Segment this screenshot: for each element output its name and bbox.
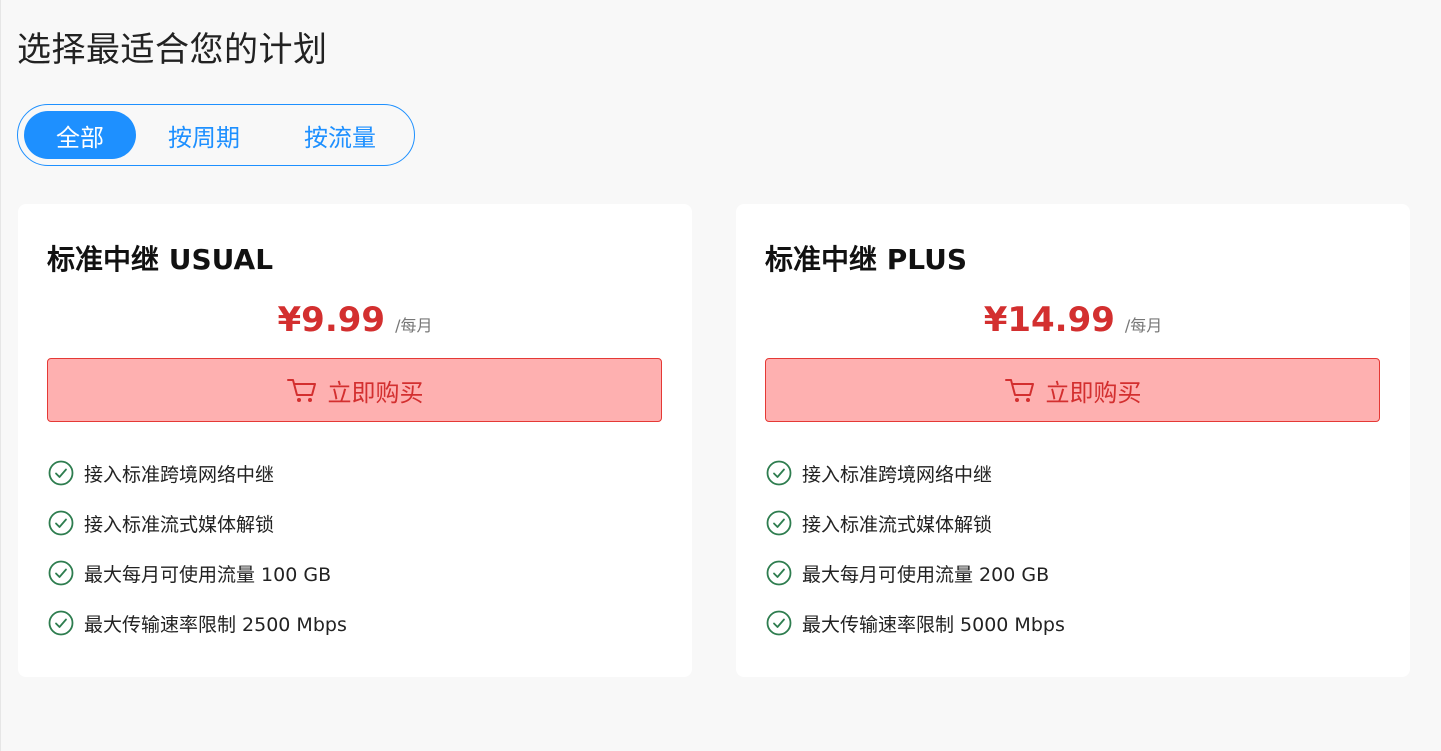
plan-period: /每月 bbox=[395, 316, 433, 335]
feature-text: 最大传输速率限制 2500 Mbps bbox=[84, 613, 347, 636]
feature-text: 接入标准流式媒体解锁 bbox=[84, 513, 275, 536]
buy-now-button[interactable]: 立即购买 bbox=[765, 358, 1380, 422]
tab-by-period[interactable]: 按周期 bbox=[136, 111, 272, 159]
feature-text: 最大每月可使用流量 200 GB bbox=[802, 563, 1050, 586]
plan-period: /每月 bbox=[1124, 316, 1163, 335]
tab-all[interactable]: 全部 bbox=[24, 111, 136, 159]
tab-by-traffic[interactable]: 按流量 bbox=[272, 111, 408, 159]
check-circle-icon bbox=[48, 460, 74, 486]
feature-text: 接入标准跨境网络中继 bbox=[84, 463, 275, 486]
buy-now-label: 立即购买 bbox=[327, 378, 424, 407]
page-title: 选择最适合您的计划 bbox=[17, 30, 328, 70]
feature-text: 最大每月可使用流量 100 GB bbox=[84, 563, 332, 586]
cart-icon bbox=[1004, 379, 1034, 402]
check-circle-icon bbox=[48, 560, 74, 586]
buy-now-button[interactable]: 立即购买 bbox=[47, 358, 662, 422]
feature-item: 最大传输速率限制 5000 Mbps bbox=[765, 598, 1065, 648]
buy-now-label: 立即购买 bbox=[1045, 378, 1142, 407]
feature-item: 最大每月可使用流量 200 GB bbox=[765, 548, 1065, 598]
feature-item: 接入标准流式媒体解锁 bbox=[47, 498, 347, 548]
plan-title: 标准中继 PLUS bbox=[765, 243, 968, 276]
check-circle-icon bbox=[766, 560, 792, 586]
plan-filter-tabs: 全部 按周期 按流量 bbox=[17, 104, 415, 166]
feature-text: 接入标准跨境网络中继 bbox=[802, 463, 993, 486]
plan-card-usual: 标准中继 USUAL ¥9.99 /每月 立即购买 接入标准跨境网络中继 接入标… bbox=[18, 204, 692, 677]
page: 选择最适合您的计划 全部 按周期 按流量 标准中继 USUAL ¥9.99 /每… bbox=[0, 0, 1441, 751]
check-circle-icon bbox=[766, 460, 792, 486]
feature-item: 接入标准跨境网络中继 bbox=[765, 448, 1065, 498]
plan-price: ¥14.99 bbox=[983, 300, 1115, 340]
feature-list: 接入标准跨境网络中继 接入标准流式媒体解锁 最大每月可使用流量 200 GB 最… bbox=[765, 448, 1065, 648]
check-circle-icon bbox=[48, 510, 74, 536]
plan-title: 标准中继 USUAL bbox=[47, 243, 274, 276]
feature-item: 最大传输速率限制 2500 Mbps bbox=[47, 598, 347, 648]
cart-icon bbox=[286, 379, 316, 402]
plan-card-plus: 标准中继 PLUS ¥14.99 /每月 立即购买 接入标准跨境网络中继 接入标… bbox=[736, 204, 1410, 677]
feature-text: 接入标准流式媒体解锁 bbox=[802, 513, 993, 536]
check-circle-icon bbox=[766, 610, 792, 636]
feature-text: 最大传输速率限制 5000 Mbps bbox=[802, 613, 1065, 636]
feature-item: 接入标准流式媒体解锁 bbox=[765, 498, 1065, 548]
price-row: ¥14.99 /每月 bbox=[736, 300, 1410, 340]
price-row: ¥9.99 /每月 bbox=[18, 300, 692, 340]
feature-list: 接入标准跨境网络中继 接入标准流式媒体解锁 最大每月可使用流量 100 GB 最… bbox=[47, 448, 347, 648]
check-circle-icon bbox=[766, 510, 792, 536]
check-circle-icon bbox=[48, 610, 74, 636]
feature-item: 最大每月可使用流量 100 GB bbox=[47, 548, 347, 598]
plan-price: ¥9.99 bbox=[277, 300, 386, 340]
feature-item: 接入标准跨境网络中继 bbox=[47, 448, 347, 498]
